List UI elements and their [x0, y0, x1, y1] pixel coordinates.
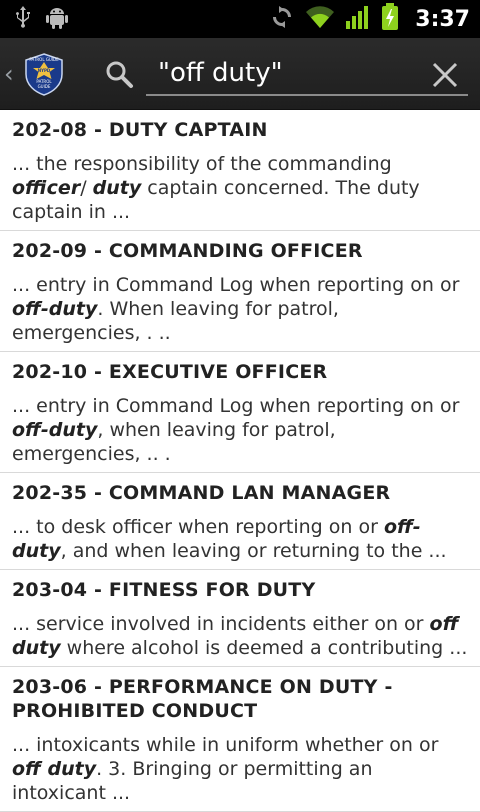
snippet-text: ... to desk officer when reporting on or — [12, 516, 384, 538]
clear-search-button[interactable] — [430, 60, 460, 90]
result-item[interactable]: 202-08 - DUTY CAPTAIN ... the responsibi… — [0, 110, 480, 231]
snippet-match: off-duty — [12, 298, 98, 320]
result-snippet: ... intoxicants while in uniform whether… — [12, 733, 468, 805]
android-debug-icon — [46, 5, 68, 33]
battery-charging-icon — [381, 3, 399, 35]
sync-icon — [269, 4, 295, 34]
result-item[interactable]: 203-04 - FITNESS FOR DUTY ... service in… — [0, 570, 480, 667]
up-navigation-icon[interactable]: ‹ — [4, 60, 20, 88]
app-logo[interactable]: PATROL GUIDE NYPD PATROL GUIDE — [22, 52, 66, 96]
result-title: 202-35 - COMMAND LAN MANAGER — [12, 482, 391, 504]
usb-icon — [14, 5, 32, 33]
result-title: 203-06 - PERFORMANCE ON DUTY - PROHIBITE… — [12, 676, 393, 722]
result-title: 203-04 - FITNESS FOR DUTY — [12, 579, 316, 601]
snippet-text: ... the responsibility of the commanding — [12, 153, 392, 175]
snippet-text: , and when leaving or returning to the .… — [60, 540, 447, 562]
result-snippet: ... the responsibility of the commanding… — [12, 152, 468, 224]
snippet-match: officer — [12, 177, 81, 199]
snippet-text: ... entry in Command Log when reporting … — [12, 395, 460, 417]
snippet-match: off duty — [12, 758, 97, 780]
search-results-list: 202-08 - DUTY CAPTAIN ... the responsibi… — [0, 110, 480, 812]
status-bar: 3:37 — [0, 0, 480, 38]
logo-arc-text: PATROL GUIDE — [29, 57, 59, 62]
result-item[interactable]: 202-10 - EXECUTIVE OFFICER ... entry in … — [0, 352, 480, 473]
result-snippet: ... service involved in incidents either… — [12, 612, 468, 660]
snippet-text: / — [80, 177, 93, 199]
close-icon — [432, 62, 458, 88]
snippet-text: where alcohol is deemed a contributing .… — [60, 637, 468, 659]
nypd-patrol-guide-logo-icon: PATROL GUIDE NYPD PATROL GUIDE — [25, 52, 63, 96]
result-snippet: ... entry in Command Log when reporting … — [12, 394, 468, 466]
snippet-match: duty — [92, 177, 142, 199]
result-snippet: ... to desk officer when reporting on or… — [12, 515, 468, 563]
snippet-text: ... intoxicants while in uniform whether… — [12, 734, 439, 756]
logo-line-1: NYPD — [38, 68, 51, 73]
search-bar — [104, 48, 468, 100]
snippet-text: ... service involved in incidents either… — [12, 613, 430, 635]
logo-line-3: GUIDE — [38, 84, 51, 89]
snippet-match: off-duty — [12, 419, 98, 441]
search-input[interactable] — [146, 52, 468, 96]
result-item[interactable]: 202-09 - COMMANDING OFFICER ... entry in… — [0, 231, 480, 352]
result-item[interactable]: 203-06 - PERFORMANCE ON DUTY - PROHIBITE… — [0, 667, 480, 812]
result-title: 202-09 - COMMANDING OFFICER — [12, 240, 363, 262]
result-snippet: ... entry in Command Log when reporting … — [12, 273, 468, 345]
status-clock: 3:37 — [415, 6, 470, 32]
search-icon — [104, 59, 134, 89]
wifi-icon — [305, 4, 335, 34]
snippet-text: ... entry in Command Log when reporting … — [12, 274, 460, 296]
action-bar: ‹ PATROL GUIDE NYPD PATROL GUIDE — [0, 38, 480, 110]
result-title: 202-08 - DUTY CAPTAIN — [12, 119, 268, 141]
result-title: 202-10 - EXECUTIVE OFFICER — [12, 361, 328, 383]
result-item[interactable]: 202-35 - COMMAND LAN MANAGER ... to desk… — [0, 473, 480, 570]
signal-icon — [345, 4, 371, 34]
